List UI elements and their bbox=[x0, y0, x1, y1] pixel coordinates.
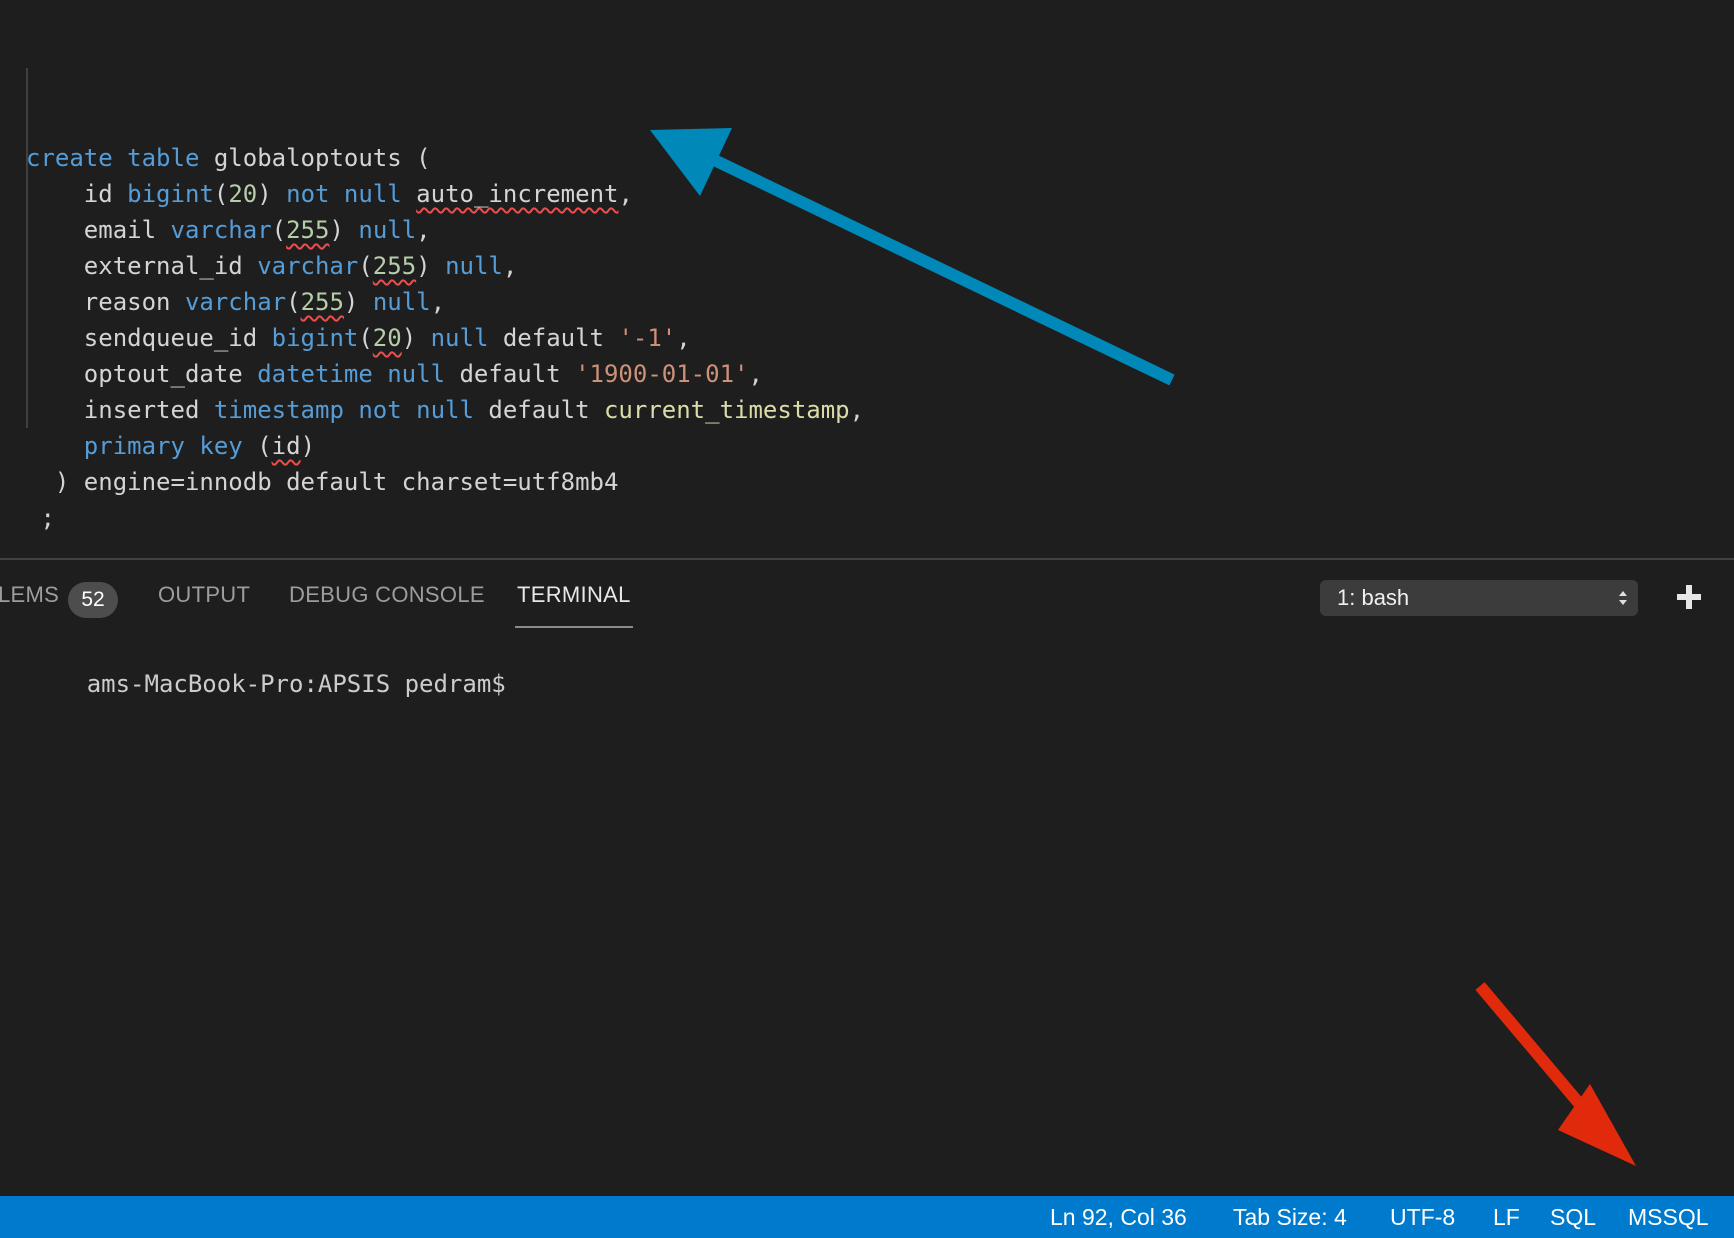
code-token: null bbox=[387, 360, 446, 388]
tab-output[interactable]: OUTPUT bbox=[158, 582, 250, 622]
code-token: ; bbox=[26, 504, 55, 532]
code-token: ) engine=innodb default charset=utf8mb4 bbox=[26, 468, 619, 496]
status-language-mode[interactable]: SQL bbox=[1550, 1196, 1596, 1238]
code-token: ) bbox=[401, 324, 431, 352]
code-token: ) bbox=[300, 432, 316, 460]
indent-guide bbox=[26, 68, 28, 428]
code-line[interactable]: id bigint(20) not null auto_increment, bbox=[26, 176, 864, 212]
panel-tabbar: LEMS 52 OUTPUT DEBUG CONSOLE TERMINAL 1:… bbox=[0, 560, 1734, 630]
code-line[interactable]: sendqueue_id bigint(20) null default '-1… bbox=[26, 320, 864, 356]
code-token: varchar bbox=[184, 288, 287, 316]
code-token: '1900-01-01' bbox=[575, 360, 749, 388]
code-token: , bbox=[676, 324, 691, 352]
code-token-error: 255 bbox=[300, 288, 344, 316]
code-token: ) bbox=[343, 288, 373, 316]
code-token: globaloptouts ( bbox=[199, 144, 431, 172]
code-token-error: 255 bbox=[286, 216, 330, 244]
code-token: ) bbox=[257, 180, 287, 208]
code-line[interactable]: inserted timestamp not null default curr… bbox=[26, 392, 864, 428]
code-token: bigint bbox=[127, 180, 214, 208]
code-token: not null bbox=[286, 180, 402, 208]
code-token: inserted bbox=[26, 396, 214, 424]
code-token-error: 20 bbox=[372, 324, 402, 352]
code-token: default bbox=[488, 324, 619, 352]
code-token: ( bbox=[271, 216, 287, 244]
code-token: email bbox=[26, 216, 171, 244]
app-window: create table globaloptouts ( id bigint(2… bbox=[0, 0, 1734, 1238]
code-token: not null bbox=[358, 396, 474, 424]
code-token-error: auto_increment bbox=[416, 180, 619, 208]
status-tab-size[interactable]: Tab Size: 4 bbox=[1233, 1196, 1347, 1238]
status-bar: Ln 92, Col 36 Tab Size: 4 UTF-8 LF SQL M… bbox=[0, 1196, 1734, 1238]
code-token: ) bbox=[329, 216, 359, 244]
code-token: 20 bbox=[228, 180, 258, 208]
code-token: bigint bbox=[271, 324, 359, 352]
status-encoding[interactable]: UTF-8 bbox=[1390, 1196, 1455, 1238]
code-token: table bbox=[127, 144, 200, 172]
code-token-error: id bbox=[271, 432, 301, 460]
code-token: , bbox=[748, 360, 763, 388]
code-token: datetime bbox=[257, 360, 373, 388]
code-token-error: 255 bbox=[372, 252, 417, 280]
code-line[interactable]: reason varchar(255) null, bbox=[26, 284, 864, 320]
plus-icon[interactable] bbox=[1674, 582, 1704, 612]
terminal-output[interactable]: ams-MacBook-Pro:APSIS pedram$ bbox=[0, 630, 506, 738]
code-token: null bbox=[372, 288, 431, 316]
code-token: , bbox=[430, 288, 446, 316]
code-token: ( bbox=[213, 180, 229, 208]
problems-count-badge: 52 bbox=[68, 582, 118, 618]
select-updown-icon bbox=[1619, 591, 1627, 605]
code-token: ( bbox=[286, 288, 301, 316]
code-token: sendqueue_id bbox=[26, 324, 272, 352]
code-token: create bbox=[26, 144, 113, 172]
sql-code-block[interactable]: create table globaloptouts ( id bigint(2… bbox=[26, 32, 864, 536]
code-token: external_id bbox=[26, 252, 258, 280]
code-token: varchar bbox=[257, 252, 359, 280]
code-token: , bbox=[618, 180, 633, 208]
tab-terminal[interactable]: TERMINAL bbox=[515, 582, 633, 628]
code-token: null bbox=[445, 252, 503, 280]
code-token: ( bbox=[358, 252, 373, 280]
code-token: ( bbox=[358, 324, 373, 352]
code-token: , bbox=[416, 216, 431, 244]
code-line[interactable]: primary key (id) bbox=[26, 428, 864, 464]
code-token: default bbox=[445, 360, 576, 388]
code-line[interactable]: ) engine=innodb default charset=utf8mb4 bbox=[26, 464, 864, 500]
status-cursor-position[interactable]: Ln 92, Col 36 bbox=[1050, 1196, 1187, 1238]
code-line[interactable]: optout_date datetime null default '1900-… bbox=[26, 356, 864, 392]
code-token: null bbox=[358, 216, 417, 244]
code-token: optout_date bbox=[26, 360, 258, 388]
code-editor[interactable]: create table globaloptouts ( id bigint(2… bbox=[0, 0, 1734, 558]
terminal-select[interactable]: 1: bash bbox=[1320, 580, 1638, 616]
terminal-prompt: ams-MacBook-Pro:APSIS pedram$ bbox=[86, 670, 506, 698]
terminal-select-value: 1: bash bbox=[1337, 585, 1410, 610]
tab-debug-console[interactable]: DEBUG CONSOLE bbox=[289, 582, 485, 622]
status-eol[interactable]: LF bbox=[1493, 1196, 1520, 1238]
code-token: varchar bbox=[170, 216, 272, 244]
code-token: default bbox=[473, 396, 604, 424]
code-token: '-1' bbox=[618, 324, 677, 352]
code-token: id bbox=[26, 180, 128, 208]
code-token: primary key bbox=[83, 432, 243, 460]
code-token: timestamp bbox=[213, 396, 344, 424]
code-token: ) bbox=[416, 252, 446, 280]
code-token: current_timestamp bbox=[603, 396, 850, 424]
tab-problems[interactable]: LEMS bbox=[0, 582, 59, 622]
code-token: ( bbox=[242, 432, 272, 460]
code-line[interactable]: create table globaloptouts ( bbox=[26, 140, 864, 176]
bottom-panel: LEMS 52 OUTPUT DEBUG CONSOLE TERMINAL 1:… bbox=[0, 558, 1734, 1198]
code-line[interactable]: external_id varchar(255) null, bbox=[26, 248, 864, 284]
code-token: null bbox=[430, 324, 489, 352]
code-line[interactable]: email varchar(255) null, bbox=[26, 212, 864, 248]
code-line[interactable]: ; bbox=[26, 500, 864, 536]
code-token: , bbox=[849, 396, 865, 424]
code-token: , bbox=[502, 252, 518, 280]
status-mssql-connection[interactable]: MSSQL bbox=[1628, 1196, 1709, 1238]
code-token: reason bbox=[26, 288, 185, 316]
